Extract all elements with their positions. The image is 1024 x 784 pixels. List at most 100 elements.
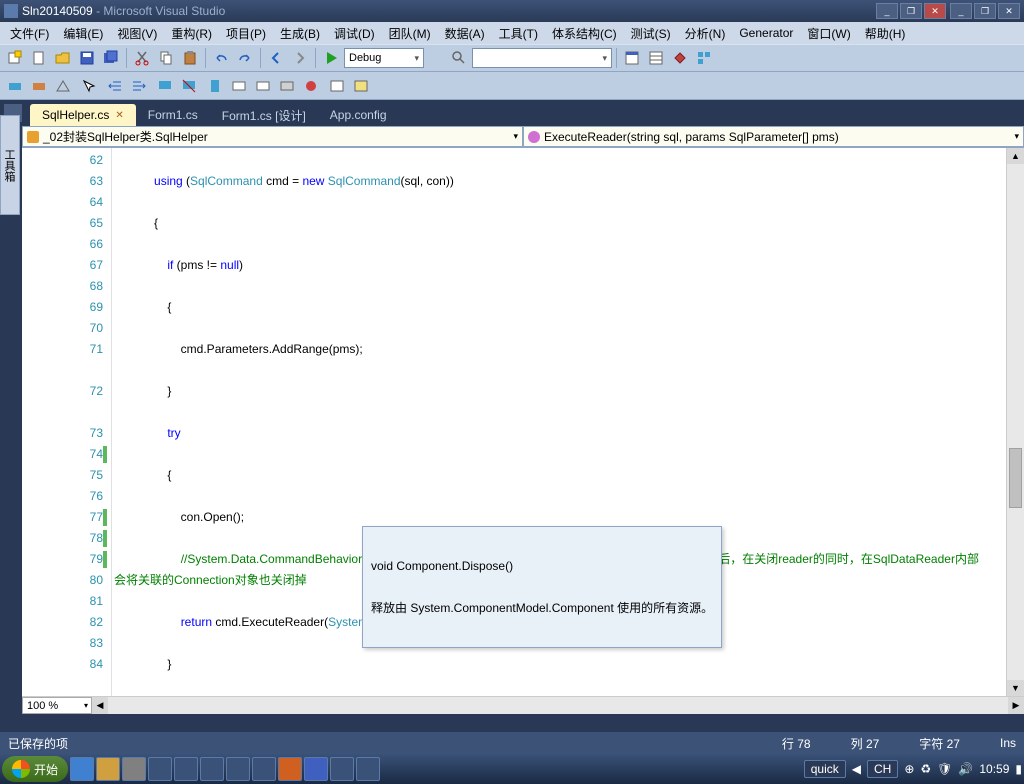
- toolbox-well-tab[interactable]: 工具箱: [0, 115, 20, 215]
- start-debug-button[interactable]: [320, 47, 342, 69]
- taskbar-app-1[interactable]: [70, 757, 94, 781]
- tray-icon-3[interactable]: 🛡: [937, 762, 952, 776]
- line-number: 70: [22, 318, 103, 339]
- close-button[interactable]: ✕: [924, 3, 946, 19]
- tray-show-desktop[interactable]: ▮: [1015, 762, 1022, 776]
- taskbar-app-3[interactable]: [122, 757, 146, 781]
- menu-item[interactable]: 帮助(H): [859, 23, 912, 44]
- horizontal-scrollbar[interactable]: ◀ ▶: [92, 697, 1024, 714]
- tb2-uncomment-button[interactable]: [178, 75, 200, 97]
- tray-icon-2[interactable]: ♻: [920, 762, 931, 776]
- menu-item[interactable]: 生成(B): [274, 23, 326, 44]
- document-tab[interactable]: App.config: [318, 104, 399, 126]
- menu-item[interactable]: 文件(F): [4, 23, 55, 44]
- undo-button[interactable]: [210, 47, 232, 69]
- taskbar-app-4[interactable]: [148, 757, 172, 781]
- copy-button[interactable]: [155, 47, 177, 69]
- cut-button[interactable]: [131, 47, 153, 69]
- tb2-btn-9[interactable]: [228, 75, 250, 97]
- find-dropdown[interactable]: [472, 48, 612, 68]
- vertical-scrollbar[interactable]: ▲ ▼: [1006, 148, 1024, 696]
- scroll-down-button[interactable]: ▼: [1007, 680, 1024, 696]
- menu-item[interactable]: 调试(D): [328, 23, 381, 44]
- find-button[interactable]: [448, 47, 470, 69]
- menu-item[interactable]: 数据(A): [439, 23, 491, 44]
- menu-item[interactable]: 窗口(W): [801, 23, 856, 44]
- scroll-up-button[interactable]: ▲: [1007, 148, 1024, 164]
- menu-item[interactable]: Generator: [733, 24, 799, 42]
- properties-button[interactable]: [645, 47, 667, 69]
- taskbar-app-11[interactable]: [330, 757, 354, 781]
- doc-close-button[interactable]: ✕: [998, 3, 1020, 19]
- tray-icon-4[interactable]: 🔊: [958, 762, 973, 776]
- menu-item[interactable]: 测试(S): [625, 23, 677, 44]
- tray-clock[interactable]: 10:59: [979, 762, 1009, 776]
- tb2-btn-10[interactable]: [252, 75, 274, 97]
- paste-button[interactable]: [179, 47, 201, 69]
- nav-member-dropdown[interactable]: ExecuteReader(string sql, params SqlPara…: [523, 126, 1024, 147]
- menu-item[interactable]: 项目(P): [220, 23, 272, 44]
- new-project-button[interactable]: [4, 47, 26, 69]
- document-tab[interactable]: SqlHelper.cs✕: [30, 104, 136, 126]
- tray-icon-1[interactable]: ⊕: [904, 762, 914, 776]
- tb2-btn-2[interactable]: [28, 75, 50, 97]
- taskbar-app-7[interactable]: [226, 757, 250, 781]
- tb2-btn-3[interactable]: [52, 75, 74, 97]
- nav-class-dropdown[interactable]: _02封装SqlHelper类.SqlHelper: [22, 126, 523, 147]
- code-area[interactable]: using (SqlCommand cmd = new SqlCommand(s…: [112, 148, 1006, 696]
- new-file-button[interactable]: [28, 47, 50, 69]
- line-number: 81: [22, 591, 103, 612]
- taskbar-app-12[interactable]: [356, 757, 380, 781]
- taskbar-app-10[interactable]: [304, 757, 328, 781]
- scroll-left-button[interactable]: ◀: [92, 697, 108, 714]
- tab-close-icon[interactable]: ✕: [115, 110, 123, 121]
- solution-explorer-button[interactable]: [621, 47, 643, 69]
- line-number: 63: [22, 171, 103, 192]
- taskbar-app-2[interactable]: [96, 757, 120, 781]
- tb2-btn-13[interactable]: [326, 75, 348, 97]
- taskbar-app-9[interactable]: [278, 757, 302, 781]
- tray-arrow-icon[interactable]: ◀: [852, 762, 861, 776]
- tb2-indent-in-button[interactable]: [128, 75, 150, 97]
- menu-item[interactable]: 重构(R): [165, 23, 218, 44]
- toolbox-button[interactable]: [669, 47, 691, 69]
- menu-item[interactable]: 工具(T): [493, 23, 544, 44]
- zoom-dropdown[interactable]: 100 %: [22, 697, 92, 714]
- code-editor[interactable]: 6263646566676869707172737475767778798081…: [22, 148, 1024, 696]
- save-all-button[interactable]: [100, 47, 122, 69]
- taskbar-app-8[interactable]: [252, 757, 276, 781]
- tb2-comment-button[interactable]: [154, 75, 176, 97]
- tb2-btn-12[interactable]: [300, 75, 322, 97]
- redo-button[interactable]: [234, 47, 256, 69]
- menu-item[interactable]: 团队(M): [383, 23, 437, 44]
- open-button[interactable]: [52, 47, 74, 69]
- nav-back-button[interactable]: [265, 47, 287, 69]
- nav-fwd-button[interactable]: [289, 47, 311, 69]
- tray-quick[interactable]: quick: [804, 760, 846, 778]
- menu-item[interactable]: 体系结构(C): [546, 23, 623, 44]
- doc-restore-button[interactable]: ❐: [974, 3, 996, 19]
- restore-button[interactable]: ❐: [900, 3, 922, 19]
- start-button[interactable]: 开始: [2, 756, 68, 782]
- save-button[interactable]: [76, 47, 98, 69]
- menu-item[interactable]: 编辑(E): [57, 23, 109, 44]
- class-view-button[interactable]: [693, 47, 715, 69]
- tray-ime[interactable]: CH: [867, 760, 898, 778]
- config-dropdown[interactable]: Debug: [344, 48, 424, 68]
- document-tab[interactable]: Form1.cs [设计]: [210, 104, 318, 126]
- scroll-thumb[interactable]: [1009, 448, 1022, 508]
- document-tab[interactable]: Form1.cs: [136, 104, 210, 126]
- taskbar-app-5[interactable]: [174, 757, 198, 781]
- tb2-indent-out-button[interactable]: [104, 75, 126, 97]
- taskbar-app-6[interactable]: [200, 757, 224, 781]
- tb2-btn-14[interactable]: [350, 75, 372, 97]
- tb2-btn-11[interactable]: [276, 75, 298, 97]
- scroll-right-button[interactable]: ▶: [1008, 697, 1024, 714]
- doc-minimize-button[interactable]: _: [950, 3, 972, 19]
- tb2-bookmark-button[interactable]: [204, 75, 226, 97]
- minimize-button[interactable]: _: [876, 3, 898, 19]
- tb2-arrow-button[interactable]: [78, 75, 100, 97]
- menu-item[interactable]: 分析(N): [679, 23, 732, 44]
- tb2-btn-1[interactable]: [4, 75, 26, 97]
- menu-item[interactable]: 视图(V): [111, 23, 163, 44]
